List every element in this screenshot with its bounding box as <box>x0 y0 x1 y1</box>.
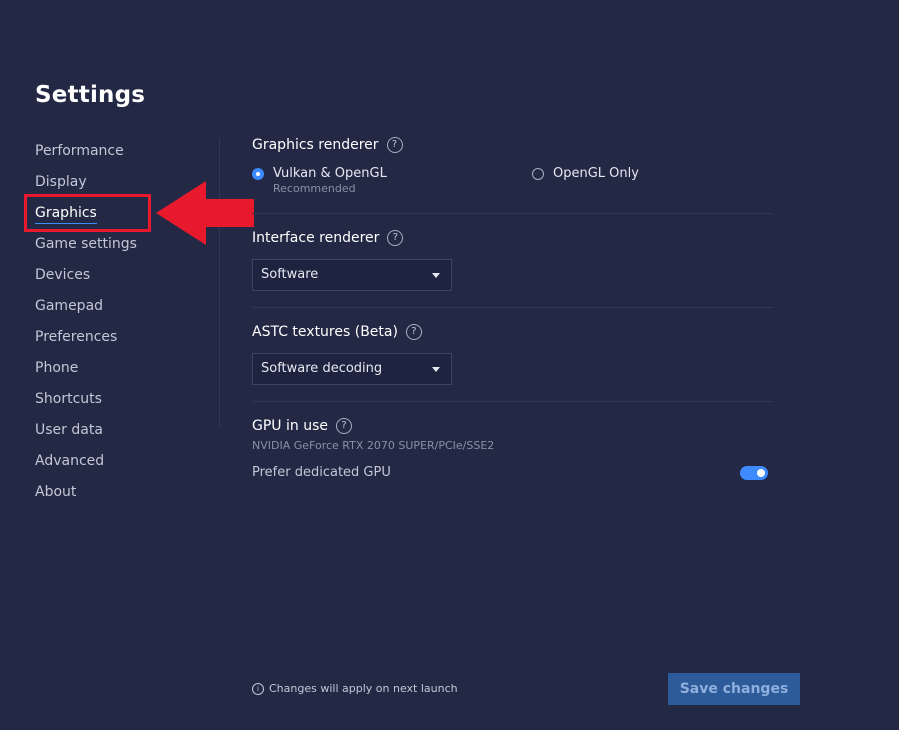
prefer-dedicated-gpu-toggle[interactable] <box>740 466 768 480</box>
gpu-name: NVIDIA GeForce RTX 2070 SUPER/PCIe/SSE2 <box>252 439 495 452</box>
radio-vulkan-opengl[interactable]: Vulkan & OpenGL Recommended <box>252 166 387 196</box>
radio-label: Vulkan & OpenGL <box>273 166 387 181</box>
section-divider <box>252 401 773 402</box>
help-icon[interactable]: ? <box>386 137 403 153</box>
save-changes-button[interactable]: Save changes <box>668 673 800 705</box>
sidebar-item-label: Advanced <box>35 453 105 469</box>
interface-renderer-select[interactable]: Software <box>252 259 452 291</box>
gpu-heading: GPU in use ? <box>252 418 352 434</box>
astc-textures-select[interactable]: Software decoding <box>252 353 452 385</box>
footer-note-text: Changes will apply on next launch <box>269 682 458 695</box>
page-title: Settings <box>35 82 146 108</box>
gpu-label: GPU in use <box>252 418 328 434</box>
interface-renderer-heading: Interface renderer ? <box>252 230 404 246</box>
sidebar-item-devices[interactable]: Devices <box>35 260 195 291</box>
info-icon: i <box>252 682 264 695</box>
sidebar-item-label: Display <box>35 174 87 190</box>
select-value: Software decoding <box>261 361 383 376</box>
toggle-knob <box>757 469 765 477</box>
graphics-renderer-heading: Graphics renderer ? <box>252 137 403 153</box>
sidebar-item-label: Preferences <box>35 329 118 345</box>
radio-label: OpenGL Only <box>553 166 639 181</box>
annotation-highlight-box <box>24 194 151 232</box>
help-icon[interactable]: ? <box>335 418 352 434</box>
sidebar-item-shortcuts[interactable]: Shortcuts <box>35 384 195 415</box>
chevron-down-icon <box>432 273 440 278</box>
sidebar-item-label: Game settings <box>35 236 137 252</box>
radio-opengl-only[interactable]: OpenGL Only <box>532 166 639 182</box>
astc-textures-label: ASTC textures (Beta) <box>252 324 398 340</box>
sidebar-item-label: Phone <box>35 360 79 376</box>
help-icon[interactable]: ? <box>405 324 422 340</box>
graphics-renderer-label: Graphics renderer <box>252 137 379 153</box>
radio-sublabel: Recommended <box>273 182 356 195</box>
sidebar-item-about[interactable]: About <box>35 477 195 508</box>
astc-textures-heading: ASTC textures (Beta) ? <box>252 324 422 340</box>
sidebar-item-performance[interactable]: Performance <box>35 136 195 167</box>
sidebar-item-phone[interactable]: Phone <box>35 353 195 384</box>
radio-checked-icon[interactable] <box>252 168 264 180</box>
sidebar-item-advanced[interactable]: Advanced <box>35 446 195 477</box>
interface-renderer-label: Interface renderer <box>252 230 380 246</box>
sidebar-item-label: Performance <box>35 143 124 159</box>
help-icon[interactable]: ? <box>387 230 404 246</box>
radio-unchecked-icon[interactable] <box>532 168 544 180</box>
section-divider <box>252 307 773 308</box>
sidebar-item-label: Shortcuts <box>35 391 102 407</box>
prefer-dedicated-gpu-label: Prefer dedicated GPU <box>252 465 391 480</box>
annotation-arrow-icon <box>156 181 254 245</box>
sidebar-item-label: About <box>35 484 77 500</box>
sidebar-item-preferences[interactable]: Preferences <box>35 322 195 353</box>
sidebar-item-gamepad[interactable]: Gamepad <box>35 291 195 322</box>
sidebar-item-label: Devices <box>35 267 91 283</box>
sidebar-item-user-data[interactable]: User data <box>35 415 195 446</box>
footer-note: i Changes will apply on next launch <box>252 682 458 695</box>
sidebar-item-label: Gamepad <box>35 298 104 314</box>
chevron-down-icon <box>432 367 440 372</box>
sidebar-item-label: User data <box>35 422 103 438</box>
section-divider <box>252 213 773 214</box>
select-value: Software <box>261 267 319 282</box>
